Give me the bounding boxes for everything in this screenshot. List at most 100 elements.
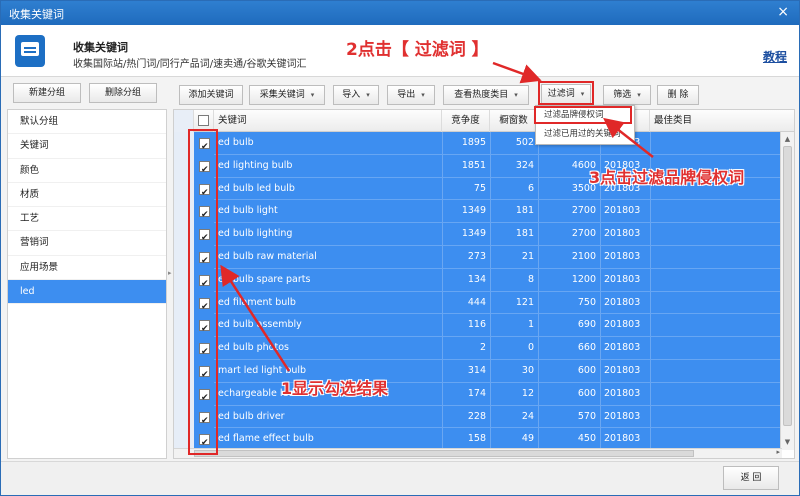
sidebar-item-color[interactable]: 颜色 [8, 159, 166, 183]
keyword-cell: ed bulb [218, 137, 254, 148]
sidebar-item-keywords[interactable]: 关键词 [8, 134, 166, 159]
window-count-cell: 1 [527, 319, 534, 331]
row-data[interactable]: ed bulb driver 228 24 570 201803 [214, 405, 782, 429]
close-icon[interactable]: × [777, 4, 789, 20]
window-count-cell: 12 [521, 387, 534, 399]
row-data[interactable]: ed bulb light 1349 181 2700 201803 [214, 200, 782, 224]
export-button[interactable]: 导出 ▾ [387, 85, 435, 105]
header-subtitle: 收集国际站/热门词/同行产品词/速卖通/谷歌关键词汇 [73, 59, 307, 70]
vertical-scrollbar[interactable]: ▲ ▼ [780, 132, 794, 450]
chevron-down-icon: ▾ [637, 91, 641, 99]
window-count-cell: 181 [515, 205, 534, 217]
table-row[interactable]: ed bulb assembly 116 1 690 201803 [174, 314, 782, 338]
sidebar-item-scenario[interactable]: 应用场景 [8, 256, 166, 281]
month-cell: 201803 [604, 228, 641, 240]
screen-button[interactable]: 筛选 ▾ [603, 85, 651, 105]
keyword-cell: ed bulb photos [218, 342, 289, 354]
collect-keyword-label: 采集关键词 [259, 90, 305, 100]
competition-cell: 228 [467, 410, 486, 422]
view-category-label: 查看热度类目 [454, 90, 509, 100]
window-count-cell: 24 [521, 410, 534, 422]
competition-cell: 134 [467, 273, 486, 285]
table-row[interactable]: mart led light bulb31430600201803 [174, 360, 782, 383]
annotation-step2: 2点击【 过滤词 】 [346, 40, 489, 60]
popularity-cell: 2700 [571, 228, 596, 240]
month-cell: 201803 [604, 387, 641, 399]
window-count-cell: 21 [521, 251, 534, 262]
import-button[interactable]: 导入 ▾ [333, 85, 379, 105]
sidebar-item-led[interactable]: led [8, 280, 166, 305]
table-row[interactable]: ed bulb lighting 1349 181 2700 201803 [174, 223, 782, 246]
scroll-down-icon[interactable]: ▼ [782, 437, 793, 448]
tutorial-link[interactable]: 教程 [763, 48, 787, 65]
table-row[interactable]: ed bulb spare parts 134 8 1200 201803 [174, 268, 782, 292]
table-row[interactable]: ed bulb light 1349 181 2700 201803 [174, 200, 782, 224]
new-group-button[interactable]: 新建分组 [13, 83, 81, 103]
row-data[interactable]: ed bulb assembly 116 1 690 201803 [214, 314, 782, 338]
popularity-cell: 660 [577, 342, 596, 354]
sidebar-item-craft[interactable]: 工艺 [8, 207, 166, 232]
add-keyword-button[interactable]: 添加关键词 [179, 85, 243, 105]
row-data[interactable]: ed filament bulb 444 121 750 201803 [214, 291, 782, 315]
menu-item-filter-used-keywords[interactable]: 过滤已用过的关键词 [536, 125, 634, 144]
col-keyword[interactable]: 关键词 [214, 110, 442, 132]
table-row[interactable]: echargeable led bulb17412600201803 [174, 382, 782, 406]
popularity-cell: 690 [577, 319, 596, 331]
month-cell: 201803 [604, 296, 641, 308]
highlight-brand-option [534, 106, 632, 124]
table-row[interactable]: ed bulb189550220000201803 [174, 132, 782, 155]
table-row[interactable]: ed filament bulb 444 121 750 201803 [174, 291, 782, 315]
view-category-button[interactable]: 查看热度类目 ▾ [443, 85, 529, 105]
col-best-category[interactable]: 最佳类目 [650, 110, 794, 132]
col-competition[interactable]: 竞争度 [442, 110, 490, 132]
chevron-down-icon: ▾ [514, 91, 518, 99]
row-data[interactable]: ed bulb raw material 273 21 2100 201803 [214, 246, 782, 269]
competition-cell: 2 [479, 342, 486, 354]
delete-button[interactable]: 删 除 [657, 85, 699, 105]
competition-cell: 1851 [461, 159, 486, 171]
competition-cell: 75 [473, 182, 486, 194]
row-data[interactable]: ed bulb189550220000201803 [214, 132, 782, 155]
sidebar-item-material[interactable]: 材质 [8, 183, 166, 208]
competition-cell: 273 [467, 251, 486, 262]
row-data[interactable]: ed bulb photos 2 0 660 201803 [214, 337, 782, 360]
competition-cell: 1349 [461, 228, 486, 240]
keyword-cell: ed lighting bulb [218, 159, 293, 171]
sidebar-item-default[interactable]: 默认分组 [8, 110, 166, 135]
folder-list-icon [15, 35, 45, 67]
popularity-cell: 600 [577, 365, 596, 376]
row-data[interactable]: ed bulb spare parts 134 8 1200 201803 [214, 268, 782, 292]
table-header: 关键词 竞争度 橱窗数 最佳类目 [174, 110, 794, 132]
popularity-cell: 570 [577, 410, 596, 422]
window-count-cell: 8 [527, 273, 534, 285]
popularity-cell: 2700 [571, 205, 596, 217]
keyword-cell: ed bulb spare parts [218, 273, 311, 285]
hscroll-thumb[interactable] [194, 450, 694, 457]
keyword-cell: ed bulb light [218, 205, 278, 217]
scroll-right-icon[interactable]: ▸ [776, 448, 780, 456]
scroll-thumb[interactable] [783, 146, 792, 426]
keyword-cell: ed bulb raw material [218, 251, 317, 262]
window-count-cell: 30 [521, 365, 534, 376]
col-window-count[interactable]: 橱窗数 [490, 110, 538, 132]
back-button[interactable]: 返 回 [723, 466, 779, 490]
export-label: 导出 [397, 90, 416, 100]
popularity-cell: 600 [577, 387, 596, 399]
window-count-cell: 121 [515, 296, 534, 308]
keyword-cell: ed bulb led bulb [218, 182, 295, 194]
window-count-cell: 181 [515, 228, 534, 240]
sidebar-item-marketing[interactable]: 营销词 [8, 231, 166, 256]
highlight-filter-button [538, 81, 594, 105]
scroll-up-icon[interactable]: ▲ [782, 134, 793, 145]
table-row[interactable]: ed bulb driver 228 24 570 201803 [174, 405, 782, 429]
import-label: 导入 [342, 90, 361, 100]
delete-group-button[interactable]: 删除分组 [89, 83, 157, 103]
month-cell: 201803 [604, 319, 641, 331]
table-row[interactable]: ed bulb photos 2 0 660 201803 [174, 337, 782, 360]
horizontal-scrollbar[interactable]: ▸ [174, 448, 782, 458]
keyword-cell: ed filament bulb [218, 296, 296, 308]
collect-keyword-button[interactable]: 采集关键词 ▾ [249, 85, 325, 105]
row-data[interactable]: ed bulb lighting 1349 181 2700 201803 [214, 223, 782, 246]
table-row[interactable]: ed bulb raw material 273 21 2100 201803 [174, 246, 782, 269]
annotation-step3: 3点击过滤品牌侵权词 [589, 168, 745, 187]
